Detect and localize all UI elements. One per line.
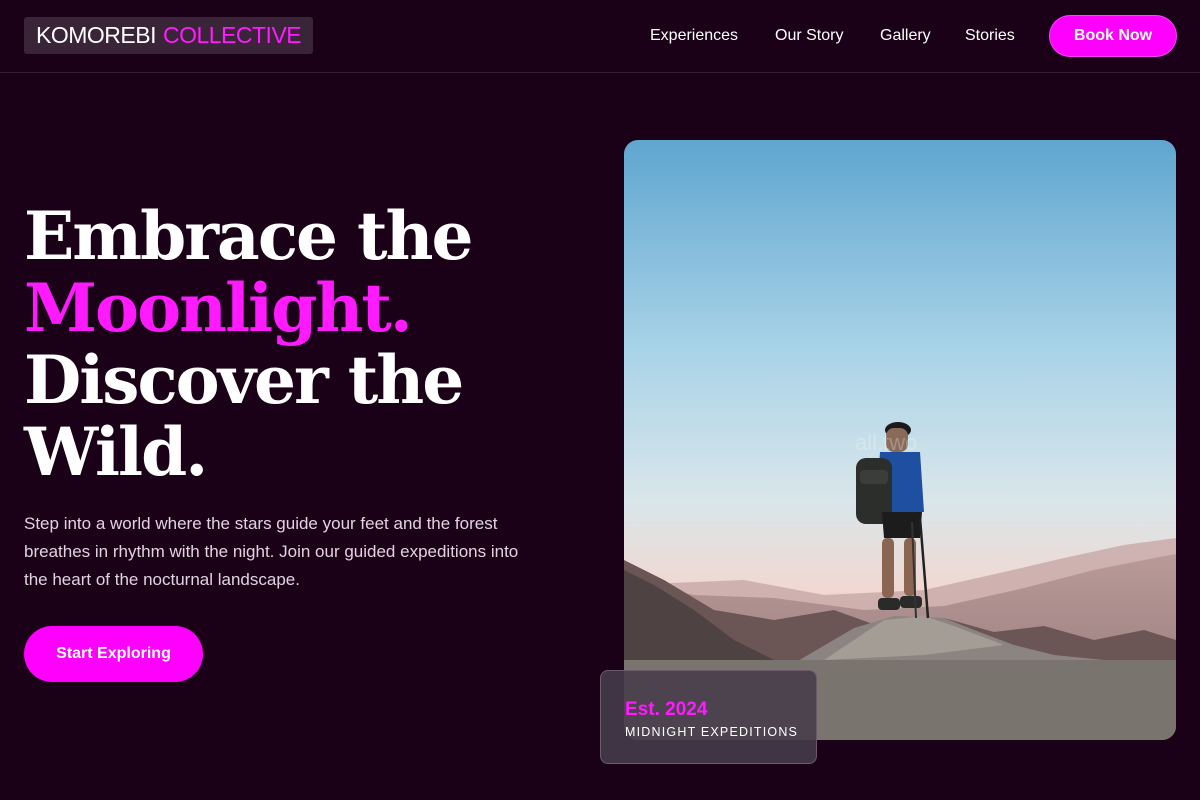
established-badge: Est. 2024 MIDNIGHT EXPEDITIONS [600, 670, 817, 764]
badge-est-year: Est. 2024 [625, 699, 708, 720]
nav-item-experiences[interactable]: Experiences [650, 25, 738, 47]
nav-item-gallery[interactable]: Gallery [880, 25, 931, 47]
brand-logo[interactable]: KOMOREBI COLLECTIVE [24, 17, 314, 54]
start-exploring-button[interactable]: Start Exploring [24, 626, 203, 682]
nav-item-stories[interactable]: Stories [965, 25, 1015, 47]
hero-headline: Embrace the Moonlight. Discover the Wild… [24, 200, 584, 488]
nav-item-our-story[interactable]: Our Story [775, 25, 843, 47]
site-header: KOMOREBI COLLECTIVE Experiences Our Stor… [0, 0, 1200, 73]
headline-line-3: Discover the [24, 341, 464, 419]
brand-name-part2: COLLECTIVE [162, 22, 302, 48]
badge-subtitle: MIDNIGHT EXPEDITIONS [625, 725, 799, 739]
brand-name-part1: KOMOREBI [36, 22, 156, 48]
hero-image-hiker [624, 140, 1176, 740]
hero-description: Step into a world where the stars guide … [24, 514, 519, 589]
hiker-landscape-illustration [624, 140, 1176, 740]
book-now-button[interactable]: Book Now [1050, 16, 1176, 56]
headline-line-1: Embrace the [24, 197, 473, 275]
headline-line-4: Wild. [24, 413, 208, 491]
headline-accent: Moonlight. [24, 269, 413, 347]
